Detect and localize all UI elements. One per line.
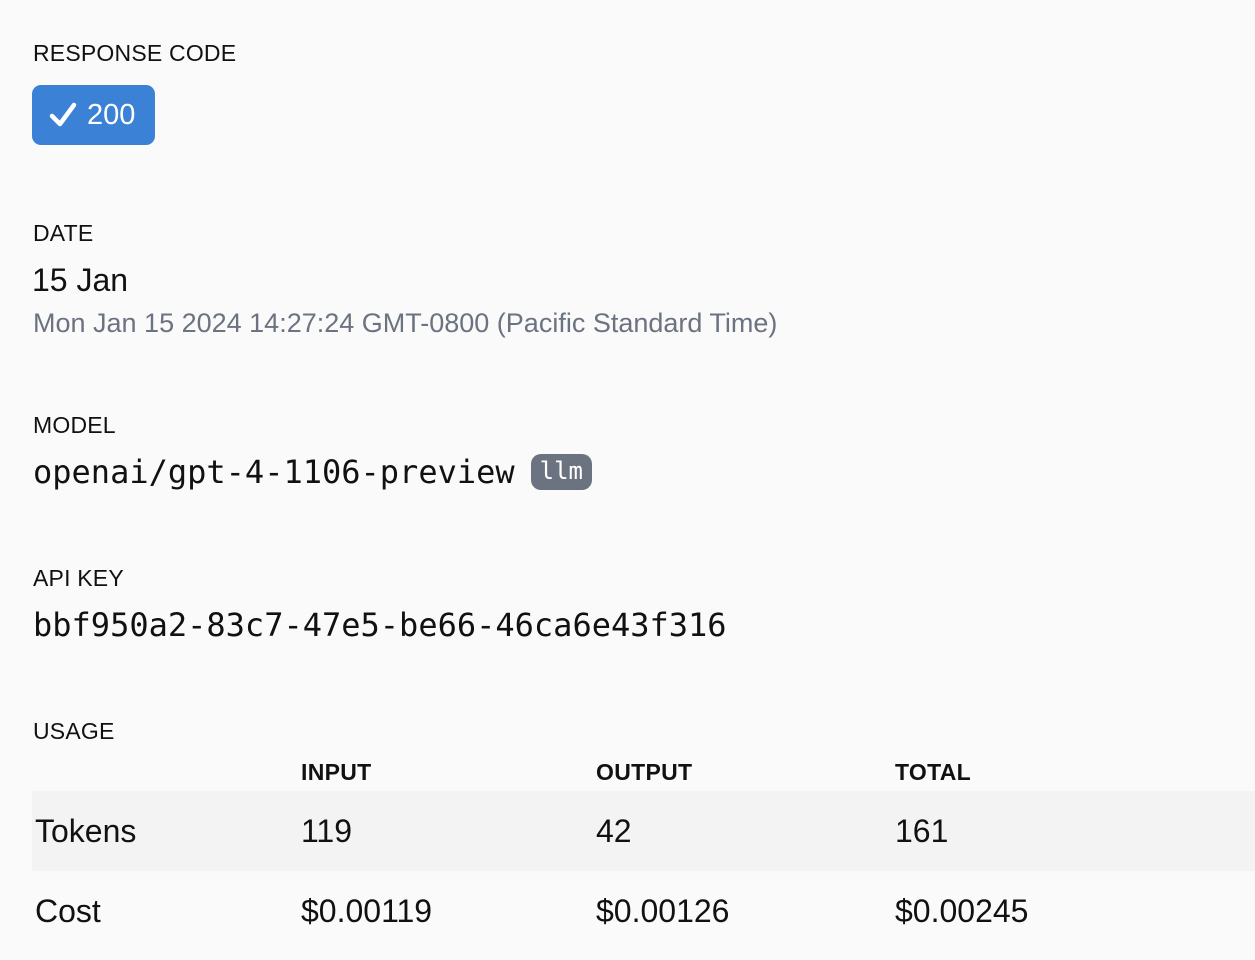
usage-cell-output: 42 (596, 791, 895, 871)
usage-header-output: OUTPUT (596, 758, 693, 785)
usage-header-empty (32, 753, 301, 791)
model-type-tag: llm (530, 454, 592, 490)
check-icon (49, 102, 87, 128)
usage-header-total: TOTAL (895, 758, 972, 785)
api-key-value: bbf950a2-83c7-47e5-be66-46ca6e43f316 (33, 606, 727, 644)
status-code-value: 200 (87, 98, 136, 131)
usage-cell-total: $0.00245 (895, 892, 1029, 929)
usage-row-label: Tokens (32, 791, 301, 871)
usage-header-input: INPUT (301, 758, 372, 785)
usage-cell-input: $0.00119 (301, 892, 433, 929)
usage-label: USAGE (33, 718, 115, 744)
usage-row-label: Cost (35, 892, 101, 929)
model-name: openai/gpt-4-1106-preview (33, 453, 515, 491)
date-short: 15 Jan (32, 262, 129, 298)
usage-cell-output: $0.00126 (596, 892, 730, 929)
date-label: DATE (33, 220, 94, 246)
api-key-label: API KEY (33, 565, 124, 591)
model-label: MODEL (33, 412, 116, 438)
model-row: openai/gpt-4-1106-preview llm (33, 453, 592, 491)
date-full: Mon Jan 15 2024 14:27:24 GMT-0800 (Pacif… (33, 308, 778, 338)
usage-cell-total: 161 (895, 791, 1255, 871)
usage-row-tokens: Tokens 119 42 161 (32, 791, 1255, 871)
usage-table: INPUT OUTPUT TOTAL Tokens 119 42 161 Cos… (32, 753, 1255, 951)
usage-cell-input: 119 (301, 791, 596, 871)
response-code-label: RESPONSE CODE (33, 40, 237, 66)
usage-row-cost: Cost $0.00119 $0.00126 $0.00245 (32, 871, 1255, 951)
usage-header-row: INPUT OUTPUT TOTAL (32, 753, 1255, 791)
status-badge: 200 (32, 85, 155, 145)
